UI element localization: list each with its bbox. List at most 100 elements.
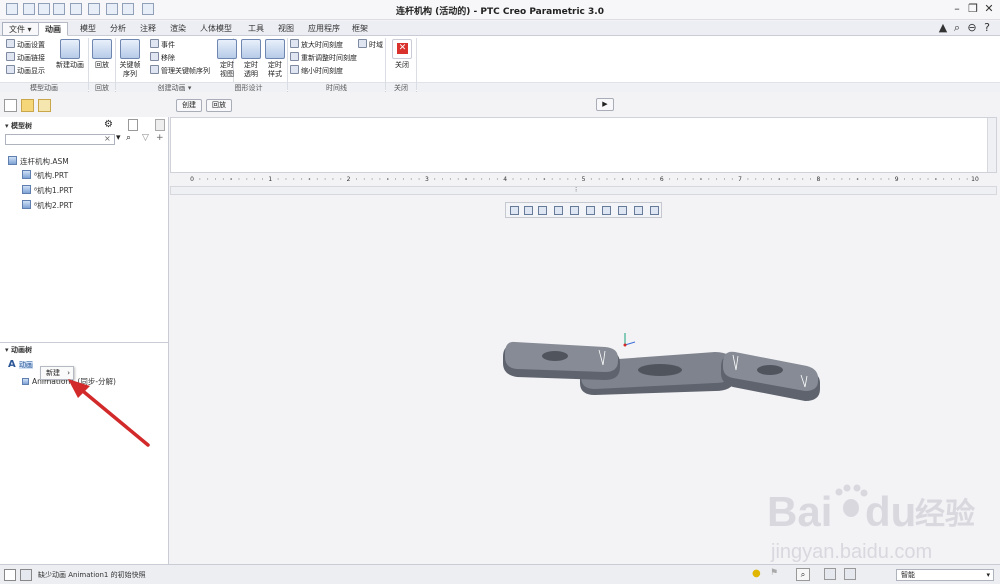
- search-icon[interactable]: ⌕: [950, 21, 964, 35]
- perspective-icon[interactable]: [618, 206, 627, 215]
- tree-item-part[interactable]: ⁸机构2.PRT: [22, 200, 73, 211]
- minimize-icon[interactable]: –: [950, 2, 964, 16]
- favorites-icon[interactable]: [38, 99, 51, 112]
- create-button[interactable]: 创建: [176, 99, 202, 112]
- find-icon[interactable]: ⌕: [796, 568, 810, 581]
- anim-settings-button[interactable]: 动画设置: [6, 39, 45, 51]
- timeline-vertical-scrollbar[interactable]: [987, 118, 996, 172]
- add-icon[interactable]: +: [156, 133, 164, 143]
- timeline-panel[interactable]: [170, 117, 997, 173]
- ruler-tick-mark: [395, 178, 397, 180]
- tree-item-animation-root[interactable]: A 动画: [8, 359, 33, 370]
- ruler-tick-mark: [559, 178, 561, 180]
- zoom-out-icon[interactable]: [538, 206, 547, 215]
- model-tree-header[interactable]: ▾ 模型树: [5, 121, 32, 131]
- tree-item-part[interactable]: ⁸机构1.PRT: [22, 185, 73, 196]
- context-menu-item-new[interactable]: 新建: [46, 369, 60, 377]
- ruler-tick-mark: [246, 178, 248, 180]
- close-icon[interactable]: ✕: [982, 2, 996, 16]
- timed-transparency-button[interactable]: 定时 透明: [239, 39, 263, 79]
- folder-browser-icon[interactable]: [21, 99, 34, 112]
- ruler-tick-mark: [449, 178, 451, 180]
- clear-search-icon[interactable]: ×: [104, 134, 111, 143]
- new-animation-button[interactable]: 新建动画: [54, 39, 86, 70]
- manage-keyframe-button[interactable]: 管理关键帧序列: [150, 65, 210, 77]
- tab-annotate[interactable]: 注释: [134, 22, 162, 36]
- event-button[interactable]: 事件: [150, 39, 175, 51]
- tab-view[interactable]: 视图: [272, 22, 300, 36]
- anim-display-button[interactable]: 动画显示: [6, 65, 45, 77]
- keyframe-sequence-button[interactable]: 关键帧 序列: [117, 39, 143, 79]
- play-button[interactable]: ▶: [596, 98, 614, 111]
- anim-tree-header[interactable]: ▾ 动画树: [5, 345, 32, 355]
- timed-style-button[interactable]: 定时 样式: [263, 39, 287, 79]
- close-button[interactable]: ✕ 关闭: [390, 39, 414, 70]
- display-style-icon[interactable]: [570, 206, 579, 215]
- ruler-tick-mark: [598, 178, 600, 180]
- zoom-in-icon[interactable]: [524, 206, 533, 215]
- new-animation-icon: [60, 39, 80, 59]
- view-manager-icon[interactable]: [602, 206, 611, 215]
- zoom-in-timescale-button[interactable]: 放大时间刻度: [290, 39, 343, 51]
- timed-view-button[interactable]: 定时 视图: [215, 39, 239, 79]
- repaint-icon[interactable]: [554, 206, 563, 215]
- ruler-tick-label: 1: [268, 176, 272, 183]
- search-dropdown-icon[interactable]: ▾: [116, 133, 121, 143]
- tree-item-assembly[interactable]: 连杆机构.ASM: [8, 156, 69, 167]
- tab-manikin[interactable]: 人体模型: [194, 22, 238, 36]
- model-tree-search-input[interactable]: [5, 134, 115, 145]
- animation-icon: A: [8, 359, 16, 370]
- help-icon[interactable]: ?: [980, 21, 994, 35]
- watermark-url: jingyan.baidu.com: [770, 541, 932, 563]
- selection-filter-icon[interactable]: [824, 568, 836, 580]
- tab-file[interactable]: 文件 ▾: [2, 22, 39, 36]
- restore-icon[interactable]: ❐: [966, 2, 980, 16]
- linkage-model[interactable]: [495, 325, 830, 415]
- browser-toggle-icon[interactable]: [20, 569, 32, 581]
- zoom-out-timescale-button[interactable]: 缩小时间刻度: [290, 65, 343, 77]
- binoculars-icon[interactable]: ⌕: [126, 133, 131, 143]
- playback-mini-button[interactable]: 回放: [206, 99, 232, 112]
- tab-model[interactable]: 模型: [74, 22, 102, 36]
- part-icon: [22, 185, 31, 194]
- tree-settings-icon[interactable]: ⚙: [104, 119, 116, 131]
- timeline-horizontal-scrollbar[interactable]: ⁝: [170, 186, 997, 195]
- refit-icon[interactable]: [510, 206, 519, 215]
- datum-display-icon[interactable]: [634, 206, 643, 215]
- tab-applications[interactable]: 应用程序: [302, 22, 346, 36]
- rescale-timescale-button[interactable]: 重新调整时间刻度: [290, 52, 357, 64]
- scroll-grip-icon[interactable]: ⁝: [575, 187, 577, 194]
- triangle-icon[interactable]: ▲: [936, 21, 950, 35]
- navigator-toggle-icon[interactable]: [4, 569, 16, 581]
- ruler-tick-mark: [465, 178, 467, 180]
- tab-animation[interactable]: 动画: [38, 22, 68, 36]
- tab-analysis[interactable]: 分析: [104, 22, 132, 36]
- time-domain-button[interactable]: 时域: [358, 39, 383, 51]
- remove-icon: [150, 52, 159, 61]
- tree-toggle-icon[interactable]: [4, 99, 17, 112]
- ruler-tick-mark: [614, 178, 616, 180]
- graphics-toolbar: [505, 202, 662, 218]
- ruler-tick-mark: [418, 178, 420, 180]
- annotation-display-icon[interactable]: [650, 206, 659, 215]
- tree-filter-icon[interactable]: [155, 119, 165, 131]
- anim-link-button[interactable]: 动画链接: [6, 52, 45, 64]
- ruler-tick-mark: [802, 178, 804, 180]
- remove-button[interactable]: 移除: [150, 52, 175, 64]
- settings-icon[interactable]: ⊖: [965, 21, 979, 35]
- group-label-graph: 图形设计: [210, 82, 287, 92]
- flag-icon[interactable]: ⚑: [770, 568, 778, 578]
- selection-filter-dropdown[interactable]: 智能 ▾: [896, 569, 994, 581]
- ruler-tick-mark: [692, 178, 694, 180]
- saved-views-icon[interactable]: [586, 206, 595, 215]
- filter-icon[interactable]: ▽: [142, 133, 149, 143]
- playback-button[interactable]: 回放: [90, 39, 114, 70]
- tab-tools[interactable]: 工具: [242, 22, 270, 36]
- tab-framework[interactable]: 框架: [346, 22, 374, 36]
- tree-columns-icon[interactable]: [128, 119, 138, 131]
- display-toggle-icon[interactable]: [844, 568, 856, 580]
- tree-item-part[interactable]: ⁸机构.PRT: [22, 170, 68, 181]
- timed-transparency-icon: [241, 39, 261, 59]
- tab-render[interactable]: 渲染: [164, 22, 192, 36]
- playback-icon: [92, 39, 112, 59]
